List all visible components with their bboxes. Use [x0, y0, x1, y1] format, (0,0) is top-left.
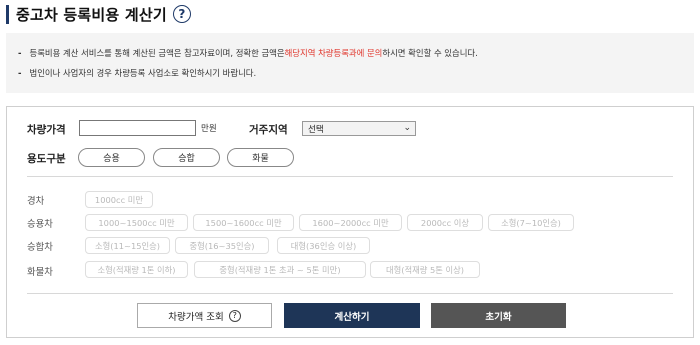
chip-light-0[interactable]: 1000cc 미만: [85, 191, 153, 208]
chip-van-1[interactable]: 중형(16~35인승): [175, 237, 269, 254]
lookup-label: 차량가액 조회: [168, 311, 224, 323]
chip-passenger-3[interactable]: 2000cc 이상: [407, 214, 483, 231]
chevron-down-icon: ⌄: [403, 123, 411, 133]
chip-van-0[interactable]: 소형(11~15인승): [85, 237, 170, 254]
chip-passenger-0[interactable]: 1000~1500cc 미만: [85, 214, 188, 231]
chip-truck-2[interactable]: 대형(적재량 5톤 이상): [370, 261, 480, 278]
category-label-truck: 화물차: [27, 267, 53, 278]
region-label: 거주지역: [249, 124, 288, 136]
usage-option-passenger[interactable]: 승용: [78, 148, 145, 167]
title-accent-bar: [6, 4, 9, 24]
page-title-bar: 중고차 등록비용 계산기 ?: [6, 2, 191, 26]
divider: [27, 176, 673, 177]
usage-option-van[interactable]: 승합: [153, 148, 220, 167]
notice-highlight: 해당지역 차량등록과에 문의: [284, 48, 383, 58]
chip-passenger-4[interactable]: 소형(7~10인승): [488, 214, 574, 231]
usage-option-truck[interactable]: 화물: [227, 148, 294, 167]
notice-text: 법인이나 사업자의 경우 차량등록 사업소로 확인하시기 바랍니다.: [29, 68, 257, 78]
bullet: -: [18, 48, 22, 58]
region-select[interactable]: 선택 ⌄: [302, 121, 416, 136]
chip-passenger-2[interactable]: 1600~2000cc 미만: [299, 214, 402, 231]
region-selected-value: 선택: [308, 124, 324, 135]
help-icon[interactable]: ?: [172, 5, 191, 23]
help-icon: ?: [228, 309, 241, 322]
notice-line-1: - 등록비용 계산 서비스를 통해 계산된 금액은 참고자료이며, 정확한 금액…: [18, 43, 694, 63]
notice-text-suffix: 하시면 확인할 수 있습니다.: [382, 48, 478, 58]
bullet: -: [18, 68, 22, 78]
reset-button[interactable]: 초기화: [431, 303, 566, 328]
price-label: 차량가격: [27, 124, 66, 136]
calculator-form: 차량가격 만원 거주지역 선택 ⌄ 용도구분 승용 승합 화물 경차 1000c…: [6, 106, 694, 338]
usage-label: 용도구분: [27, 153, 66, 165]
notice-box: - 등록비용 계산 서비스를 통해 계산된 금액은 참고자료이며, 정확한 금액…: [6, 33, 694, 93]
price-input[interactable]: [79, 120, 196, 136]
category-label-passenger: 승용차: [27, 219, 53, 230]
calculate-button[interactable]: 계산하기: [284, 303, 420, 328]
chip-passenger-1[interactable]: 1500~1600cc 미만: [193, 214, 294, 231]
notice-text: 등록비용 계산 서비스를 통해 계산된 금액은 참고자료이며, 정확한 금액은: [29, 48, 285, 58]
chip-truck-0[interactable]: 소형(적재량 1톤 이하): [85, 261, 188, 278]
vehicle-price-lookup-button[interactable]: 차량가액 조회 ?: [137, 303, 272, 328]
notice-line-2: - 법인이나 사업자의 경우 차량등록 사업소로 확인하시기 바랍니다.: [18, 63, 694, 83]
divider: [27, 293, 673, 294]
category-label-van: 승합차: [27, 242, 53, 253]
price-unit: 만원: [201, 124, 217, 134]
chip-van-2[interactable]: 대형(36인승 이상): [277, 237, 370, 254]
category-label-light: 경차: [27, 196, 45, 207]
chip-truck-1[interactable]: 중형(적재량 1톤 초과 ~ 5톤 미만): [194, 261, 366, 278]
page-title: 중고차 등록비용 계산기: [16, 5, 167, 24]
